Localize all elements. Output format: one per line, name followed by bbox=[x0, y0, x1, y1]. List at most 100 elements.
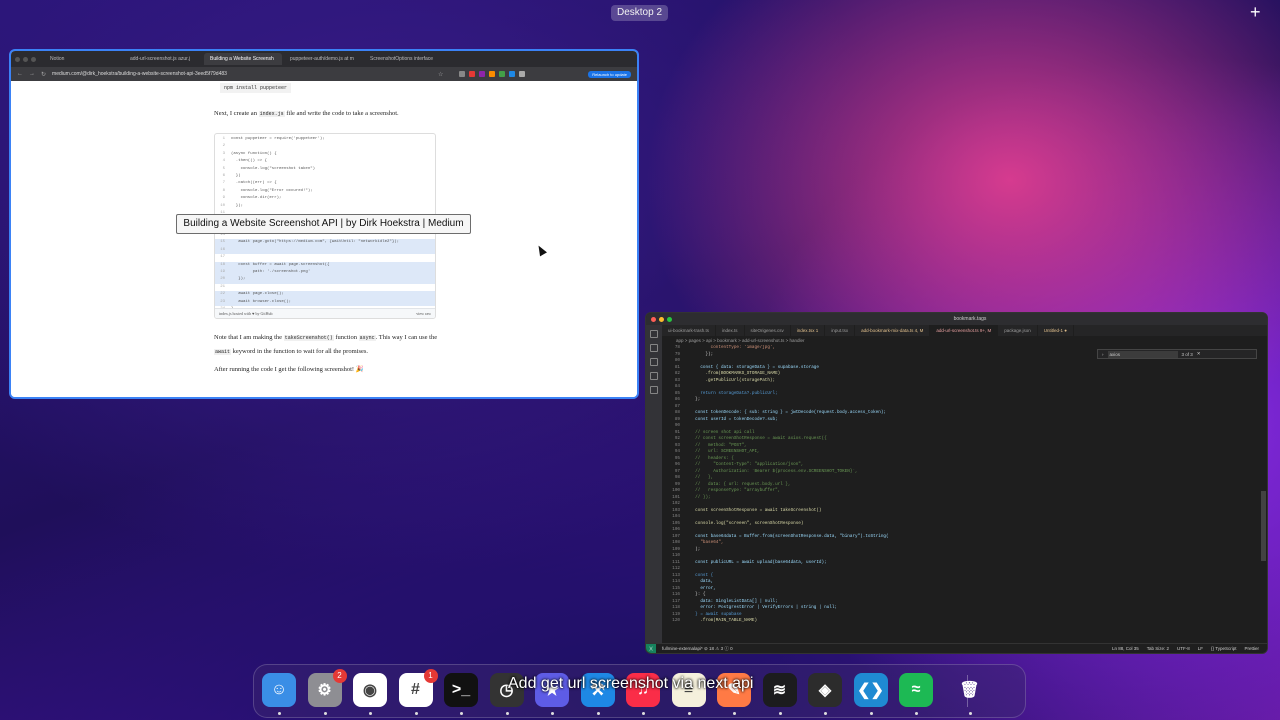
window-controls[interactable] bbox=[651, 316, 672, 322]
gist-code-line: 7 .catch((err) => { bbox=[215, 180, 435, 187]
status-item[interactable]: Ln 88, Col 35 bbox=[1112, 646, 1139, 651]
status-item[interactable]: Prettier bbox=[1244, 646, 1259, 651]
terminal-icon[interactable]: >_ bbox=[444, 673, 478, 707]
finder-icon[interactable]: ☺ bbox=[262, 673, 296, 707]
editor-tab[interactable]: package.json bbox=[998, 325, 1038, 336]
tab-tooltip: Building a Website Screenshot API | by D… bbox=[176, 214, 471, 234]
mouse-cursor bbox=[535, 243, 547, 257]
url-field[interactable]: medium.com/@dirk_hoekstra/building-a-web… bbox=[52, 71, 432, 77]
editor-tab[interactable]: ui-bookmark-trash.ts bbox=[662, 325, 717, 336]
editor-tab[interactable]: input.tsx bbox=[825, 325, 856, 336]
explorer-icon[interactable] bbox=[650, 330, 658, 338]
running-indicator bbox=[733, 712, 736, 715]
line-number: 10 bbox=[220, 203, 225, 208]
gist-credit[interactable]: index.js hosted with ♥ by GitHub bbox=[219, 309, 272, 318]
reload-icon[interactable]: ↻ bbox=[41, 71, 46, 78]
running-indicator bbox=[414, 712, 418, 715]
intro-paragraph: Next, I create an index.js file and writ… bbox=[214, 110, 399, 117]
browser-tab[interactable]: puppeteer-auth/demo.js at m bbox=[284, 53, 362, 65]
code-text: const publicURL = await upload(base64dat… bbox=[690, 559, 827, 565]
gist-code-line: 20 }); bbox=[215, 276, 435, 284]
code-editor[interactable]: 78 contentType: 'image/jpg', 79 }); 80 81 c… bbox=[662, 345, 1259, 643]
desktop-label[interactable]: Desktop 2 bbox=[611, 5, 668, 21]
search-icon[interactable] bbox=[650, 344, 658, 352]
editor-scrollbar[interactable] bbox=[1259, 345, 1267, 643]
code-text: .from(MAIN_TABLE_NAME) bbox=[690, 618, 758, 623]
line-number: 22 bbox=[220, 292, 225, 297]
editor-tab[interactable]: index.tsx 1 bbox=[791, 325, 826, 336]
run-debug-icon[interactable] bbox=[650, 372, 658, 380]
code-text: await page.close(); bbox=[231, 292, 284, 297]
running-indicator bbox=[323, 712, 327, 715]
back-icon[interactable]: ← bbox=[17, 71, 23, 77]
vscode-icon[interactable]: ❮❯ bbox=[853, 673, 888, 707]
figma-icon[interactable]: ◈ bbox=[808, 673, 842, 707]
code-text: (async function() { bbox=[231, 151, 277, 156]
window-controls[interactable] bbox=[15, 56, 36, 62]
editor-tab[interactable]: Untitled-1 ● bbox=[1038, 325, 1075, 336]
status-item[interactable]: Tab Size: 2 bbox=[1147, 646, 1169, 651]
extension-icon[interactable] bbox=[519, 71, 526, 77]
source-control-icon[interactable] bbox=[650, 358, 658, 366]
video-caption: Add get url screenshot via next api bbox=[508, 675, 754, 692]
running-indicator bbox=[460, 712, 463, 715]
line-number: 9 bbox=[222, 196, 225, 201]
extensions-icon[interactable] bbox=[650, 386, 658, 394]
forward-icon[interactable]: → bbox=[29, 71, 35, 77]
find-input[interactable]: axios bbox=[1107, 350, 1178, 358]
code-text: ); bbox=[690, 546, 701, 552]
line-number: 7 bbox=[222, 181, 225, 186]
extension-icon[interactable] bbox=[469, 71, 476, 77]
extension-icon[interactable] bbox=[499, 71, 506, 77]
update-button[interactable]: Relaunch to update bbox=[588, 70, 631, 78]
bookmark-star-icon[interactable]: ☆ bbox=[438, 71, 443, 78]
running-indicator bbox=[551, 712, 554, 715]
browser-tab[interactable]: Notion bbox=[44, 53, 122, 65]
browser-tab[interactable]: ScreenshotOptions interface bbox=[364, 53, 442, 65]
running-indicator bbox=[596, 712, 600, 715]
add-desktop-button[interactable]: + bbox=[1250, 3, 1261, 21]
extension-icon[interactable] bbox=[479, 71, 486, 77]
status-item[interactable]: {} TypeScript bbox=[1211, 646, 1236, 651]
code-text: // Authorization: `Bearer ${process.env.… bbox=[690, 468, 858, 474]
async-paragraph: Note that I am making the takeScreenshot… bbox=[214, 334, 438, 355]
browser-tab[interactable]: Building a Website Screensh bbox=[204, 53, 282, 65]
code-text: console.log("Error occured!"); bbox=[231, 188, 313, 193]
code-text: console.log("screeen", screenShotRespons… bbox=[690, 520, 804, 526]
activity-monitor-icon[interactable]: ≋ bbox=[762, 673, 797, 707]
browser-address-bar: ← → ↻ medium.com/@dirk_hoekstra/building… bbox=[11, 67, 637, 81]
chevron-right-icon[interactable]: › bbox=[1102, 352, 1104, 357]
code-text: const screenShotResponse = await takeScr… bbox=[690, 507, 822, 513]
status-left[interactable]: fullmine-externalapi* ⊘ 18 ⚠ 3 ⓘ 0 bbox=[662, 646, 733, 652]
extensions-bar[interactable] bbox=[459, 71, 526, 77]
editor-tab[interactable]: add-url-screenshot.ts 9+, M bbox=[930, 325, 999, 336]
editor-tab[interactable]: siteOrigenes.csv bbox=[745, 325, 791, 336]
close-icon[interactable]: ✕ bbox=[1197, 351, 1201, 357]
page-content: npm install puppeteer Next, I create an … bbox=[11, 81, 637, 397]
extension-icon[interactable] bbox=[459, 71, 466, 77]
status-item[interactable]: UTF-8 bbox=[1177, 646, 1190, 651]
breadcrumb[interactable]: app > pages > api > bookmark > add-url-s… bbox=[662, 336, 1267, 345]
notification-badge: 2 bbox=[332, 669, 347, 683]
chrome-icon[interactable]: ◉ bbox=[353, 673, 387, 707]
spotify-icon[interactable]: ≈ bbox=[899, 673, 933, 707]
system-settings-icon[interactable]: ⚙ 2 bbox=[307, 669, 347, 707]
code-text: .catch((err) => { bbox=[231, 181, 277, 186]
gist-code-line: 4 .then(() => { bbox=[215, 158, 435, 165]
extension-icon[interactable] bbox=[489, 71, 496, 77]
code-text: .then(() => { bbox=[231, 159, 268, 164]
gist-code-line: 16 bbox=[215, 246, 435, 255]
trash-icon[interactable]: 🗑 bbox=[953, 673, 987, 707]
editor-tab[interactable]: add-bookmark-mix-data.ts 4, M bbox=[855, 325, 931, 336]
view-raw-link[interactable]: view raw bbox=[416, 309, 431, 318]
slack-icon[interactable]: #1 bbox=[398, 669, 438, 707]
editor-tab[interactable]: index.ts bbox=[716, 325, 745, 336]
line-number: 2 bbox=[222, 144, 225, 149]
extension-icon[interactable] bbox=[509, 71, 516, 77]
code-line: 120 .from(MAIN_TABLE_NAME) bbox=[662, 618, 1259, 625]
browser-tab[interactable]: add-url-screenshot.js azur.j bbox=[124, 53, 202, 65]
status-item[interactable]: LF bbox=[1198, 646, 1203, 651]
remote-icon[interactable]: ⟩⟨ bbox=[646, 643, 656, 653]
code-text: console.dir(err); bbox=[231, 196, 282, 201]
browser-tab-bar: Notion add-url-screenshot.js azur.j Buildi… bbox=[11, 51, 637, 67]
